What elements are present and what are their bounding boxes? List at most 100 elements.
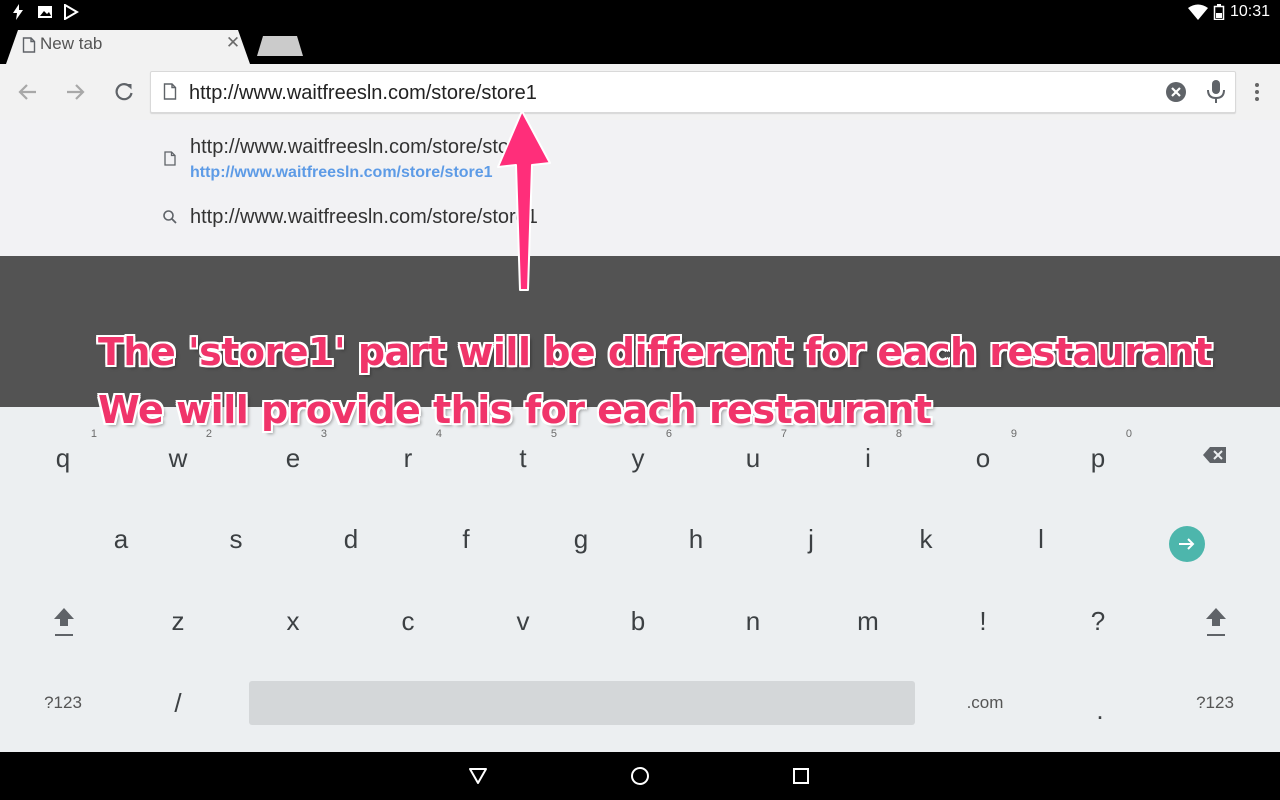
key-d[interactable]: d [311,509,391,569]
key-f[interactable]: f [426,509,506,569]
key-y[interactable]: y6 [598,428,678,488]
key-z[interactable]: z [138,591,218,651]
suggestion-title: http://www.waitfreesln.com/store/store1 [190,136,538,158]
tab-close-icon[interactable]: ✕ [224,34,242,52]
key-label: e [285,442,301,473]
recents-square-icon [793,768,809,784]
key-label: f [462,523,470,554]
arrow-right-icon [1179,538,1195,550]
key-label: n [745,605,761,636]
key-r[interactable]: r4 [368,428,448,488]
key-label: ? [1090,605,1106,636]
key-x[interactable]: x [253,591,333,651]
reload-button[interactable] [108,76,140,108]
key-label: l [1038,523,1044,554]
key-exclamation[interactable]: ! [943,591,1023,651]
reload-icon [115,83,133,101]
key-a[interactable]: a [81,509,161,569]
key-label: u [745,442,761,473]
annotation-arrow-icon [497,110,551,291]
key-label: ! [979,605,987,636]
battery-icon [1213,4,1225,20]
nav-recents-button[interactable] [785,760,817,792]
key-i[interactable]: i8 [828,428,908,488]
key-j[interactable]: j [771,509,851,569]
slash-key[interactable]: / [138,673,218,733]
key-label: k [919,523,933,554]
play-store-icon [64,4,79,20]
symbols-key[interactable]: ?123 [1175,673,1255,733]
shift-key[interactable] [1176,592,1256,652]
annotation-line-1: The 'store1' part will be different for … [98,330,1212,374]
nav-back-button[interactable] [462,760,494,792]
key-label: h [688,523,704,554]
key-label: s [229,523,243,554]
new-tab-button[interactable] [257,36,303,56]
space-key[interactable] [249,681,915,725]
forward-arrow-icon [67,84,85,100]
key-label: x [286,605,300,636]
key-hint: 0 [1125,428,1132,440]
status-bar: 10:31 [0,0,1280,24]
tab-title: New tab [40,34,103,53]
shift-icon [1206,608,1226,636]
url-input[interactable] [189,80,1149,106]
key-t[interactable]: t5 [483,428,563,488]
back-arrow-icon [18,84,36,100]
tab-strip [0,24,1280,64]
key-n[interactable]: n [713,591,793,651]
key-p[interactable]: p0 [1058,428,1138,488]
key-e[interactable]: e3 [253,428,333,488]
key-question[interactable]: ? [1058,591,1138,651]
key-q[interactable]: q1 [23,428,103,488]
key-u[interactable]: u7 [713,428,793,488]
key-label: g [573,523,589,554]
key-label: w [168,442,188,473]
key-label: j [808,523,814,554]
key-g[interactable]: g [541,509,621,569]
go-key[interactable] [1169,526,1205,562]
tab-page-icon [22,37,36,53]
period-key[interactable]: . [1060,680,1140,740]
annotation-line-2: We will provide this for each restaurant [98,388,932,432]
image-icon [38,6,52,18]
key-s[interactable]: s [196,509,276,569]
flash-icon [13,4,23,20]
key-label: v [516,605,530,636]
symbols-key[interactable]: ?123 [23,673,103,733]
home-circle-icon [631,767,649,785]
key-label: o [975,442,991,473]
key-v[interactable]: v [483,591,563,651]
key-label: c [401,605,415,636]
key-label: i [865,442,871,473]
key-label: m [857,605,879,636]
key-label: p [1090,442,1106,473]
key-o[interactable]: o9 [943,428,1023,488]
back-button[interactable] [12,76,44,108]
backspace-icon [1203,447,1226,463]
key-h[interactable]: h [656,509,736,569]
key-m[interactable]: m [828,591,908,651]
nav-home-button[interactable] [624,760,656,792]
key-k[interactable]: k [886,509,966,569]
key-label: a [113,523,129,554]
key-c[interactable]: c [368,591,448,651]
key-hint: 9 [1010,428,1017,440]
overflow-menu-icon[interactable] [1244,78,1270,106]
shift-key[interactable] [24,592,104,652]
suggestion-url: http://www.waitfreesln.com/store/store1 [190,164,493,181]
shift-icon [54,608,74,636]
microphone-icon[interactable] [1204,78,1228,106]
key-b[interactable]: b [598,591,678,651]
key-label: y [631,442,645,473]
key-l[interactable]: l [1001,509,1081,569]
dotcom-key[interactable]: .com [945,673,1025,733]
key-label: t [519,442,527,473]
key-label: d [343,523,359,554]
key-w[interactable]: w2 [138,428,218,488]
backspace-key[interactable] [1175,425,1255,485]
clear-icon[interactable] [1164,80,1188,104]
forward-button[interactable] [59,76,91,108]
page-icon [163,83,177,100]
key-label: q [55,442,71,473]
